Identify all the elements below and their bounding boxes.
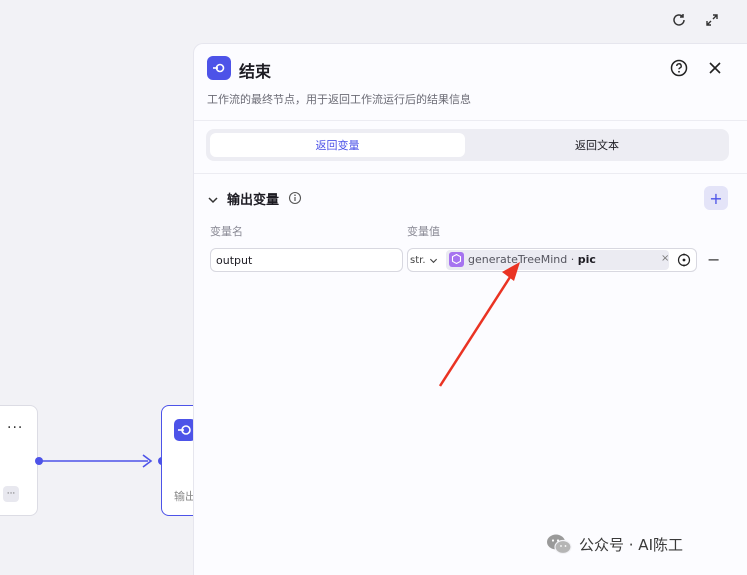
- return-mode-tabs: 返回变量 返回文本: [206, 129, 729, 161]
- chevron-down-icon: [429, 258, 437, 263]
- chevron-down-icon[interactable]: [207, 191, 219, 204]
- reference-path: generateTreeMind · pic: [468, 253, 596, 266]
- remove-variable-button[interactable]: −: [707, 250, 720, 269]
- plugin-icon: [449, 252, 464, 267]
- wechat-icon: [547, 534, 572, 555]
- divider: [194, 173, 747, 174]
- end-node-icon: [207, 56, 231, 80]
- plus-icon: +: [709, 188, 723, 208]
- divider: [194, 120, 747, 121]
- reference-node: generateTreeMind: [468, 253, 568, 266]
- column-name-label: 变量名: [210, 225, 243, 238]
- reference-separator: ·: [567, 253, 578, 266]
- type-select-value: str.: [410, 254, 426, 266]
- add-variable-button[interactable]: +: [704, 186, 728, 210]
- column-value-label: 变量值: [407, 225, 440, 238]
- help-icon[interactable]: [669, 58, 689, 78]
- watermark: 公众号 · AI陈工: [545, 533, 683, 555]
- end-node-panel: 结束 工作流的最终节点，用于返回工作流运行后的结果信息 返回变量 返回文本 输出…: [193, 43, 747, 575]
- panel-description: 工作流的最终节点，用于返回工作流运行后的结果信息: [207, 93, 471, 106]
- section-title: 输出变量: [227, 193, 280, 208]
- target-icon[interactable]: [677, 252, 691, 267]
- refresh-icon[interactable]: [669, 10, 689, 30]
- variable-value-field[interactable]: str. generateTreeMind · pic ×: [407, 248, 697, 272]
- info-icon[interactable]: [288, 190, 302, 205]
- tab-return-variables[interactable]: 返回变量: [210, 133, 465, 157]
- variable-reference-chip[interactable]: generateTreeMind · pic ×: [446, 250, 669, 270]
- close-icon[interactable]: [705, 58, 725, 78]
- variable-name-input[interactable]: [210, 248, 403, 272]
- reference-field: pic: [577, 253, 596, 266]
- chip-clear-icon[interactable]: ×: [661, 253, 669, 264]
- watermark-text: 公众号 · AI陈工: [579, 535, 683, 554]
- tab-return-text[interactable]: 返回文本: [469, 133, 725, 157]
- fullscreen-icon[interactable]: [702, 10, 722, 30]
- panel-title: 结束: [239, 62, 272, 81]
- type-select[interactable]: str.: [410, 249, 438, 271]
